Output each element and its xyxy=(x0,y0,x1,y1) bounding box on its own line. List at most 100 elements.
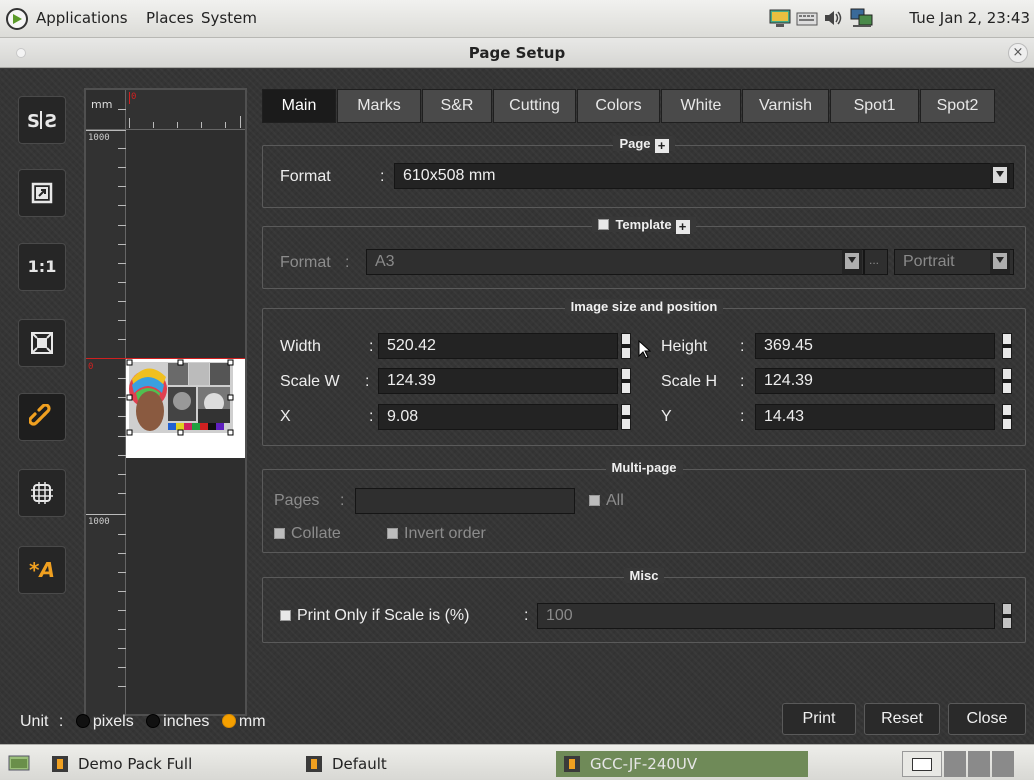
tab-spot2[interactable]: Spot2 xyxy=(920,89,995,123)
height-input[interactable]: 369.45 xyxy=(755,333,995,359)
tab-colors[interactable]: Colors xyxy=(577,89,660,123)
app-icon xyxy=(52,756,68,772)
tab-varnish[interactable]: Varnish xyxy=(742,89,829,123)
actual-size-button[interactable]: 1:1 xyxy=(18,243,66,291)
unit-mm-radio[interactable]: mm xyxy=(214,713,266,730)
scale-w-input[interactable]: 124.39 xyxy=(378,368,618,394)
fit-page-button[interactable] xyxy=(18,169,66,217)
workspace-2[interactable] xyxy=(944,751,966,777)
scale-h-label: Scale H xyxy=(661,373,718,390)
task-gcc-jf[interactable]: GCC-JF-240UV xyxy=(556,751,808,777)
width-spinner[interactable] xyxy=(621,333,631,359)
unit-selector: Unit : pixels inches mm xyxy=(20,713,266,730)
height-spinner[interactable] xyxy=(1002,333,1012,359)
task-demo-pack[interactable]: Demo Pack Full xyxy=(44,751,254,777)
places-menu[interactable]: Places xyxy=(146,9,194,27)
svg-text:S: S xyxy=(27,111,40,132)
link-icon xyxy=(28,403,51,426)
workspace-3[interactable] xyxy=(968,751,990,777)
app-icon xyxy=(306,756,322,772)
hruler-label: 0 xyxy=(131,92,137,102)
reset-button[interactable]: Reset xyxy=(864,703,940,735)
page-group-title: Page + xyxy=(263,136,1025,153)
task-default[interactable]: Default xyxy=(298,751,508,777)
image-thumbnail[interactable] xyxy=(126,359,245,458)
display-icon[interactable] xyxy=(769,8,791,28)
width-input[interactable]: 520.42 xyxy=(378,333,618,359)
pages-input[interactable] xyxy=(355,488,575,514)
center-icon xyxy=(31,482,53,504)
template-group-title: Template + xyxy=(263,217,1025,234)
image-size-group-title: Image size and position xyxy=(263,299,1025,314)
collate-checkbox[interactable]: Collate xyxy=(274,525,341,543)
vruler-marker xyxy=(86,358,126,359)
scale-w-spinner[interactable] xyxy=(621,368,631,394)
scale-threshold-input[interactable]: 100 xyxy=(537,603,995,629)
close-button[interactable]: Close xyxy=(948,703,1026,735)
auto-button[interactable]: *A xyxy=(18,546,66,594)
vruler-label-top: 1000 xyxy=(88,133,110,143)
scale-threshold-spinner[interactable] xyxy=(1002,603,1012,629)
page-format-select[interactable]: 610x508 mm xyxy=(394,163,1014,189)
tab-spot1[interactable]: Spot1 xyxy=(830,89,919,123)
unit-label: Unit xyxy=(20,713,49,730)
all-checkbox[interactable]: All xyxy=(589,492,624,510)
dialog-titlebar[interactable]: Page Setup × xyxy=(0,38,1034,68)
close-icon[interactable]: × xyxy=(1008,43,1028,63)
svg-text:S: S xyxy=(44,111,57,132)
workspace-4[interactable] xyxy=(992,751,1014,777)
link-button[interactable] xyxy=(18,393,66,441)
pages-label: Pages xyxy=(274,492,320,509)
unit-pixels-radio[interactable]: pixels xyxy=(68,713,134,730)
workspace-1[interactable] xyxy=(902,751,942,777)
tab-main[interactable]: Main xyxy=(262,89,336,123)
x-input[interactable]: 9.08 xyxy=(378,404,618,430)
auto-icon: *A xyxy=(29,558,55,582)
show-desktop-icon[interactable] xyxy=(8,753,30,773)
volume-icon[interactable] xyxy=(822,8,844,28)
scale-h-spinner[interactable] xyxy=(1002,368,1012,394)
keyboard-icon[interactable] xyxy=(796,8,818,28)
template-orientation-dropdown-icon[interactable] xyxy=(990,249,1010,275)
system-menu[interactable]: System xyxy=(201,9,257,27)
unit-inches-radio[interactable]: inches xyxy=(138,713,209,730)
invert-order-checkbox[interactable]: Invert order xyxy=(387,525,486,543)
tab-white[interactable]: White xyxy=(661,89,741,123)
page-add-icon[interactable]: + xyxy=(654,139,669,153)
ruler-marker xyxy=(129,92,130,104)
y-spinner[interactable] xyxy=(1002,404,1012,430)
scale-h-input[interactable]: 124.39 xyxy=(755,368,995,394)
template-format-select[interactable]: A3 xyxy=(366,249,864,275)
distro-logo-icon[interactable] xyxy=(6,8,28,30)
print-button[interactable]: Print xyxy=(782,703,856,735)
template-format-label: Format xyxy=(280,254,331,271)
template-browse-button[interactable]: ... xyxy=(864,249,888,275)
y-input[interactable]: 14.43 xyxy=(755,404,995,430)
tab-marks[interactable]: Marks xyxy=(337,89,421,123)
center-button[interactable] xyxy=(18,469,66,517)
template-add-icon[interactable]: + xyxy=(675,220,690,234)
template-format-dropdown-icon[interactable] xyxy=(842,249,862,275)
template-checkbox[interactable] xyxy=(598,219,610,230)
x-spinner[interactable] xyxy=(621,404,631,430)
scale-w-label: Scale W xyxy=(280,373,340,390)
tab-sr[interactable]: S&R xyxy=(422,89,492,123)
top-panel: Applications Places System Tue Jan 2, 23… xyxy=(0,0,1034,38)
split-view-button[interactable]: SS xyxy=(18,96,66,144)
fit-window-icon xyxy=(31,332,53,354)
page-format-dropdown-icon[interactable] xyxy=(990,163,1010,189)
placed-image xyxy=(126,359,234,436)
split-view-icon: SS xyxy=(27,111,57,132)
clock[interactable]: Tue Jan 2, 23:43 xyxy=(909,9,1030,27)
tab-cutting[interactable]: Cutting xyxy=(493,89,576,123)
app-icon xyxy=(564,756,580,772)
settings-tabs: Main Marks S&R Cutting Colors White Varn… xyxy=(262,89,1026,123)
print-only-checkbox[interactable]: Print Only if Scale is (%) xyxy=(280,607,469,625)
network-icon[interactable] xyxy=(850,8,873,28)
applications-menu[interactable]: Applications xyxy=(36,9,128,27)
actual-size-icon: 1:1 xyxy=(27,257,57,276)
fit-window-button[interactable] xyxy=(18,319,66,367)
vruler-label-zero: 0 xyxy=(88,362,94,372)
horizontal-ruler: 0 xyxy=(126,90,245,130)
taskbar: Demo Pack Full Default GCC-JF-240UV xyxy=(0,744,1034,780)
